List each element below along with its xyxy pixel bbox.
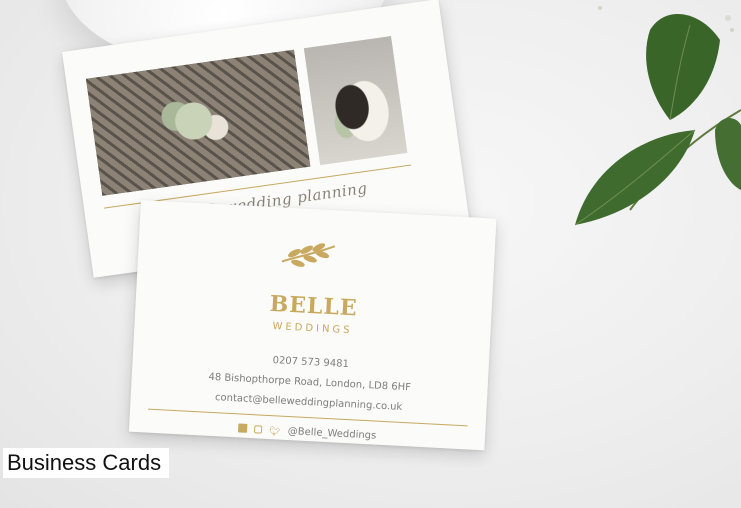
image-caption: Business Cards: [3, 448, 170, 478]
instagram-icon: [253, 425, 263, 434]
facebook-icon: [237, 423, 248, 433]
product-image: event & wedding planning BELLE WEDDINGS …: [0, 0, 741, 508]
business-card-front: BELLE WEDDINGS 0207 573 9481 48 Bishopth…: [128, 200, 497, 451]
leaf-3: [715, 118, 741, 190]
leaf-1: [575, 130, 695, 225]
leaf-sprig: [574, 6, 741, 226]
laurel-logo-icon: [281, 243, 336, 267]
social-handle: @Belle_Weddings: [287, 426, 377, 442]
social-row: 🐦︎ @Belle_Weddings: [129, 418, 485, 449]
bouquet-photo: [85, 49, 311, 196]
twitter-icon: 🐦︎: [268, 427, 281, 438]
couple-photo: [303, 36, 408, 166]
leaf-2: [646, 13, 720, 120]
